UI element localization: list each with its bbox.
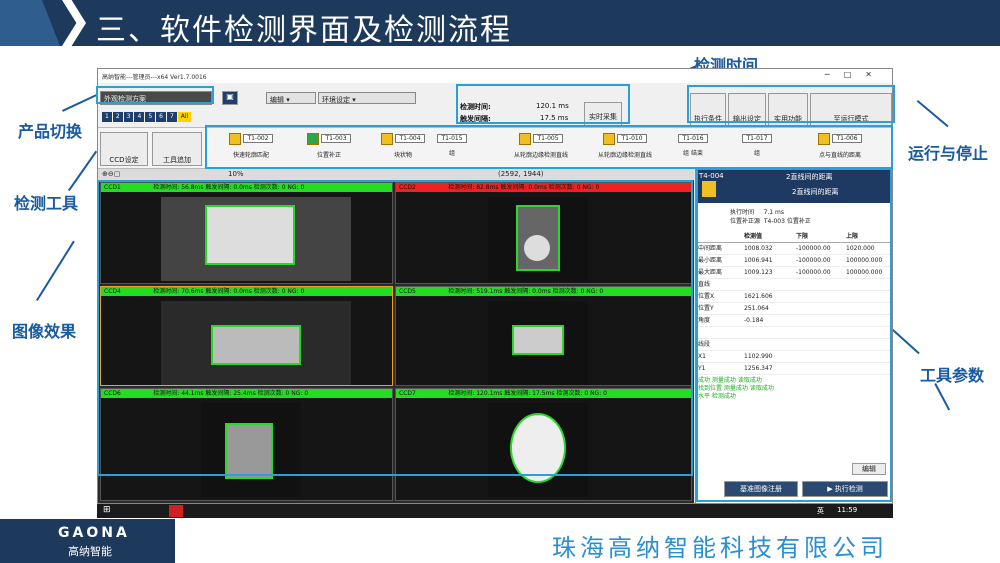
slide-title: 三、软件检测界面及检测流程 bbox=[96, 13, 512, 48]
image-toolbar: ⊕⊖▢ 10% (2592, 1944) bbox=[98, 169, 694, 180]
tab-2[interactable]: 2 bbox=[112, 112, 123, 122]
zoom-icons[interactable]: ⊕⊖▢ bbox=[102, 170, 120, 178]
ccd-tabs: 1 2 3 4 5 6 7 All bbox=[102, 112, 192, 122]
annotation-image-effect: 图像效果 bbox=[12, 322, 77, 341]
highlight-images bbox=[97, 180, 693, 476]
highlight-detect-time bbox=[456, 84, 630, 124]
env-menu[interactable]: 环境设定 ▾ bbox=[318, 92, 416, 104]
logo-cn: 高纳智能 bbox=[68, 545, 112, 558]
tab-5[interactable]: 5 bbox=[145, 112, 156, 122]
tool-add-button[interactable]: 工具追加 bbox=[152, 132, 202, 166]
connector-line bbox=[888, 326, 920, 355]
slide-title-bar: 三、软件检测界面及检测流程 bbox=[0, 0, 1000, 48]
tab-3[interactable]: 3 bbox=[123, 112, 134, 122]
annotation-product-switch: 产品切换 bbox=[18, 122, 83, 141]
window-controls[interactable]: ─□✕ bbox=[825, 70, 886, 79]
annotation-detect-tools: 检测工具 bbox=[14, 194, 79, 213]
tab-7[interactable]: 7 bbox=[166, 112, 177, 122]
zoom-level: 10% bbox=[228, 170, 244, 178]
annotation-run-stop: 运行与停止 bbox=[908, 144, 989, 163]
title-wedge bbox=[62, 0, 86, 46]
connector-line bbox=[68, 150, 98, 192]
logo: GAONA bbox=[58, 525, 130, 541]
tab-6[interactable]: 6 bbox=[156, 112, 166, 122]
edit-menu[interactable]: 编辑 ▾ bbox=[266, 92, 316, 104]
title-stripe bbox=[0, 0, 60, 46]
highlight-tools bbox=[205, 125, 893, 169]
connector-line bbox=[62, 93, 98, 112]
highlight-product bbox=[96, 86, 214, 104]
cursor-coords: (2592, 1944) bbox=[498, 170, 544, 178]
tab-1[interactable]: 1 bbox=[102, 112, 112, 122]
save-icon[interactable]: ▣ bbox=[222, 91, 238, 105]
connector-line bbox=[934, 383, 951, 411]
annotation-tool-params: 工具参数 bbox=[920, 366, 985, 385]
app-taskbar-icon[interactable] bbox=[169, 505, 183, 517]
ccd-setting-button[interactable]: CCD设定 bbox=[100, 132, 148, 166]
ime-indicator[interactable]: 英 bbox=[817, 506, 824, 516]
highlight-run bbox=[687, 85, 895, 123]
window-title-bar: 高纳智能---管理员---x64 Ver1.7.0016 ─□✕ bbox=[98, 69, 892, 83]
highlight-params bbox=[696, 168, 892, 502]
connector-line bbox=[36, 240, 75, 302]
windows-start-icon[interactable]: ⊞ bbox=[103, 505, 111, 515]
company-name: 珠海高纳智能科技有限公司 bbox=[552, 534, 888, 562]
system-clock: 11:59 bbox=[837, 506, 858, 514]
footer-bar: GAONA 高纳智能 bbox=[0, 519, 175, 563]
tab-all[interactable]: All bbox=[177, 112, 192, 122]
window-title: 高纳智能---管理员---x64 Ver1.7.0016 bbox=[102, 74, 207, 81]
os-taskbar: ⊞ 英 11:59 bbox=[97, 504, 893, 518]
connector-line bbox=[916, 100, 949, 128]
tab-4[interactable]: 4 bbox=[134, 112, 145, 122]
